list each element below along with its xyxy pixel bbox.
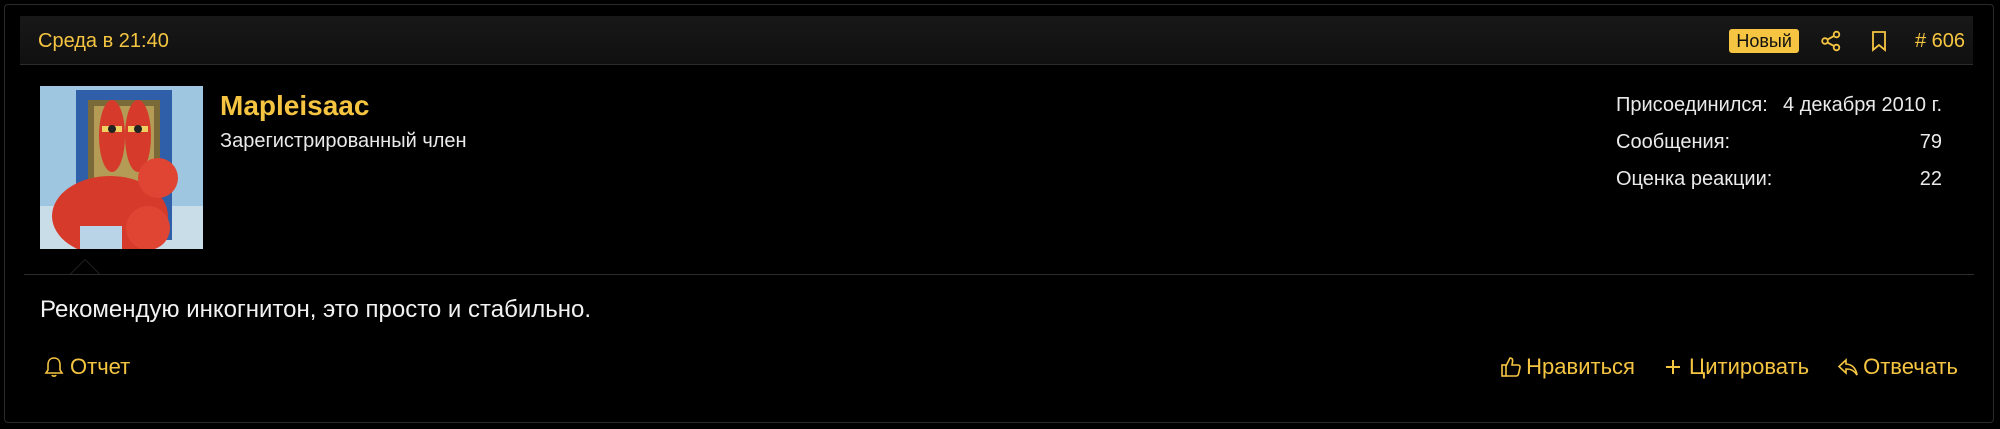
new-badge: Новый — [1729, 28, 1799, 53]
mr-krabs-avatar-icon — [40, 86, 203, 249]
plus-icon — [1663, 356, 1685, 378]
post-message: Рекомендую инкогнитон, это просто и стаб… — [40, 296, 592, 323]
stat-messages: Сообщения: 79 — [1616, 131, 1942, 168]
like-button[interactable]: Нравиться — [1500, 354, 1635, 380]
quote-button[interactable]: Цитировать — [1663, 354, 1809, 380]
stat-label: Оценка реакции: — [1616, 168, 1773, 190]
avatar[interactable] — [40, 86, 203, 249]
post-number-link[interactable]: # 606 — [1915, 30, 1965, 52]
post-date-link[interactable]: Среда в 21:40 — [38, 30, 169, 52]
username-link[interactable]: Mapleisaac — [220, 90, 369, 122]
like-label: Нравиться — [1526, 354, 1635, 379]
post-header: Среда в 21:40 Новый # 606 — [20, 16, 1973, 65]
post-actions: Нравиться Цитировать Отвечать — [1472, 354, 1958, 380]
bell-icon — [44, 356, 66, 378]
reply-label: Отвечать — [1863, 354, 1958, 379]
reply-button[interactable]: Отвечать — [1837, 354, 1958, 380]
report-label: Отчет — [70, 354, 131, 379]
stat-value: 22 — [1919, 168, 1942, 190]
stat-label: Сообщения: — [1616, 131, 1731, 153]
user-stats: Присоединился: 4 декабря 2010 г. Сообщен… — [1616, 94, 1942, 205]
stat-value: 4 декабря 2010 г. — [1783, 94, 1942, 116]
quote-label: Цитировать — [1688, 354, 1810, 379]
thumbs-up-icon — [1500, 356, 1522, 378]
bookmark-icon[interactable] — [1867, 29, 1891, 53]
user-pointer-arrow — [70, 259, 100, 274]
user-title: Зарегистрированный член — [220, 130, 467, 152]
post-divider — [24, 274, 1974, 275]
share-icon[interactable] — [1819, 29, 1843, 53]
post-header-actions: Новый # 606 — [1729, 16, 1973, 65]
stat-reaction-score: Оценка реакции: 22 — [1616, 168, 1942, 205]
stat-joined: Присоединился: 4 декабря 2010 г. — [1616, 94, 1942, 131]
stat-label: Присоединился: — [1616, 94, 1768, 116]
reply-icon — [1837, 356, 1859, 378]
report-button[interactable]: Отчет — [44, 354, 130, 380]
stat-value[interactable]: 79 — [1920, 131, 1942, 153]
